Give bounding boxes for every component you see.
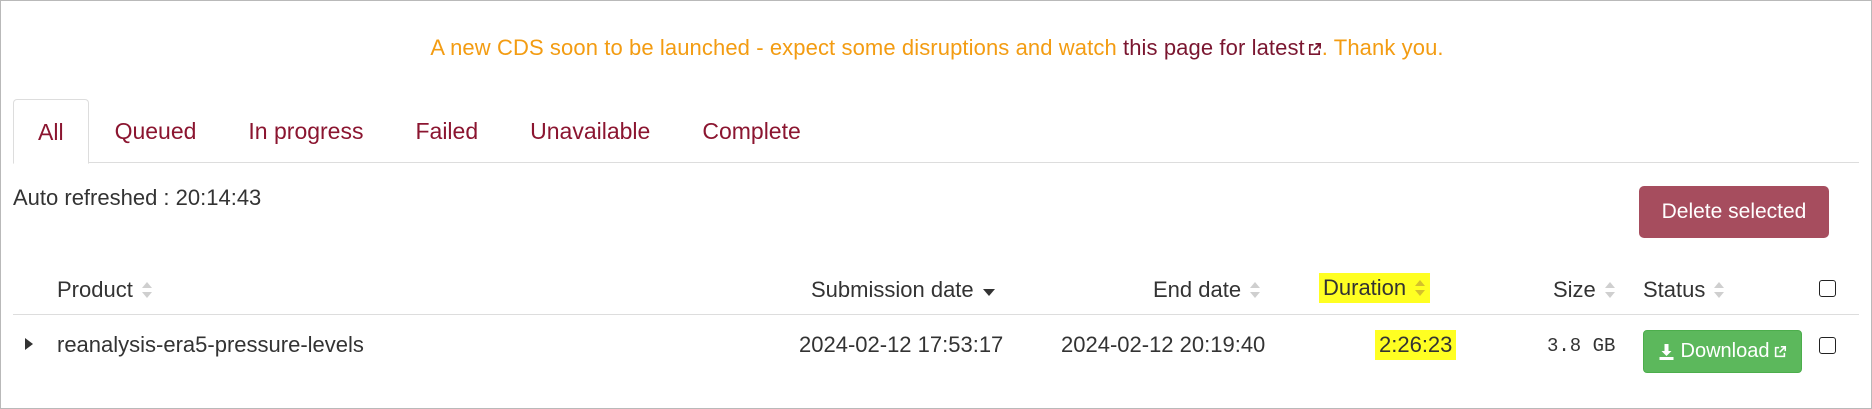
sort-icon [1714,282,1725,298]
column-header-product[interactable]: Product [57,277,153,303]
banner-text-before: A new CDS soon to be launched - expect s… [430,35,1123,60]
table-row: reanalysis-era5-pressure-levels 2024-02-… [13,316,1859,374]
external-link-icon [1775,345,1787,357]
download-icon [1659,343,1674,360]
banner-text-after: . Thank you. [1321,35,1444,60]
select-all-checkbox[interactable] [1819,280,1836,297]
tab-queued[interactable]: Queued [89,99,223,163]
sort-icon [1604,282,1615,298]
sort-desc-icon [982,289,995,296]
sort-icon [141,282,152,298]
download-button[interactable]: Download [1643,330,1802,373]
column-header-end-date[interactable]: End date [1153,277,1261,303]
column-header-status[interactable]: Status [1643,277,1725,303]
auto-refreshed-status: Auto refreshed : 20:14:43 [13,185,262,210]
tab-in-progress[interactable]: In progress [222,99,389,163]
expand-row-icon[interactable] [25,338,33,350]
download-label: Download [1680,340,1770,362]
delete-selected-button[interactable]: Delete selected [1639,186,1829,238]
tab-failed[interactable]: Failed [389,99,504,163]
tab-complete[interactable]: Complete [676,99,826,163]
table-header: Product Submission date End date Duratio… [13,269,1859,315]
row-select-checkbox[interactable] [1819,337,1836,354]
sort-icon [1415,280,1426,296]
column-header-submission-date[interactable]: Submission date [811,277,996,303]
sort-icon [1250,282,1261,298]
cell-duration: 2:26:23 [1375,330,1457,360]
tab-unavailable[interactable]: Unavailable [504,99,676,163]
external-link-icon [1308,43,1321,56]
column-header-duration[interactable]: Duration [1319,273,1431,303]
banner-link[interactable]: this page for latest [1123,35,1322,60]
cell-size: 3.8 GB [1547,335,1616,357]
request-tabs: All Queued In progress Failed Unavailabl… [13,99,1859,164]
downloads-panel: A new CDS soon to be launched - expect s… [0,0,1872,409]
announcement-banner: A new CDS soon to be launched - expect s… [1,35,1872,61]
tab-all[interactable]: All [13,99,89,164]
cell-product: reanalysis-era5-pressure-levels [57,332,364,357]
cell-submission-date: 2024-02-12 17:53:17 [799,332,1004,357]
cell-end-date: 2024-02-12 20:19:40 [1061,332,1266,357]
column-header-size[interactable]: Size [1553,277,1616,303]
